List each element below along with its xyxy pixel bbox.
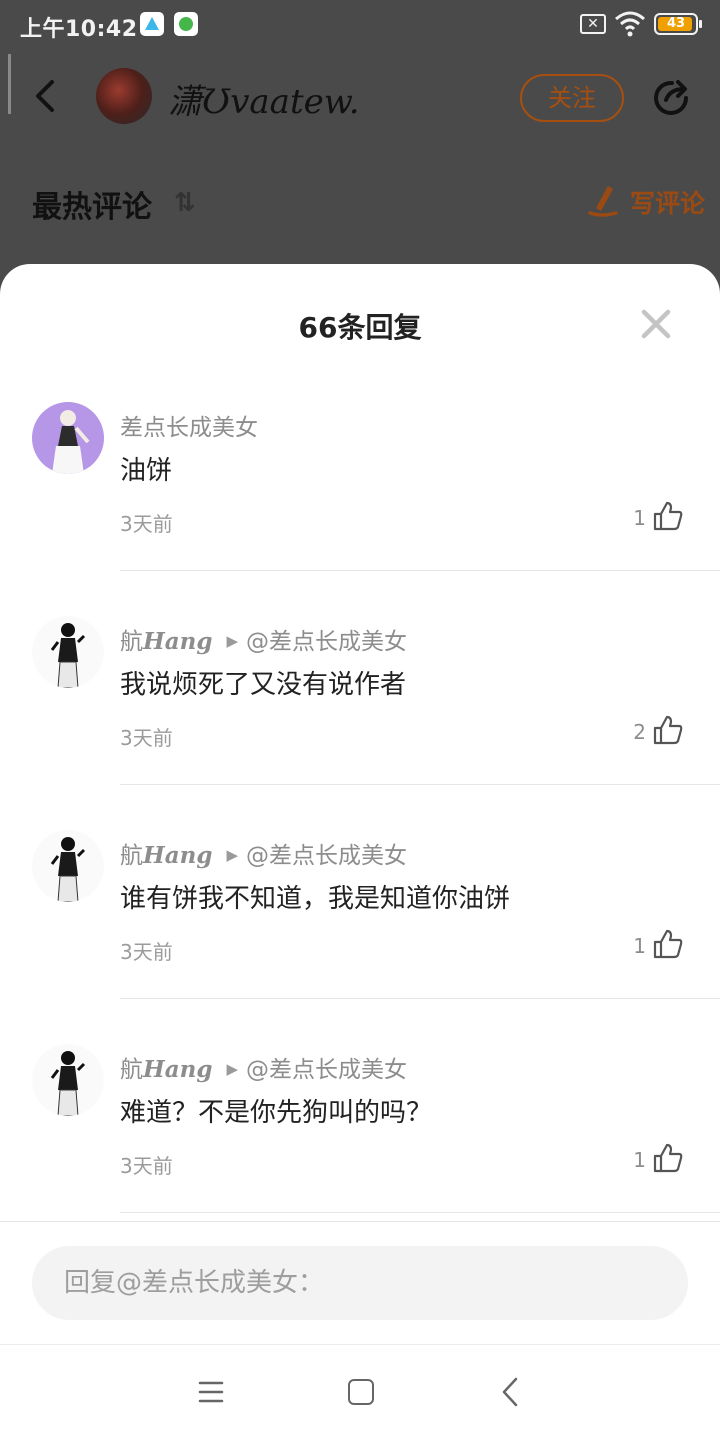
close-icon[interactable] bbox=[636, 304, 676, 344]
share-icon[interactable] bbox=[650, 76, 694, 120]
author-name[interactable]: 潇Ʊvaatew. bbox=[168, 74, 360, 123]
reply-arrow-icon: ▶ bbox=[226, 846, 238, 864]
reply-time: 3天前 bbox=[120, 512, 173, 536]
hot-comments-title: 最热评论 bbox=[32, 190, 152, 225]
like-count: 2 bbox=[633, 720, 646, 744]
app-notification-icon-2 bbox=[174, 12, 198, 36]
thumbs-up-icon[interactable] bbox=[652, 500, 684, 532]
like-count: 1 bbox=[633, 934, 646, 958]
like-count: 1 bbox=[633, 506, 646, 530]
battery-icon: 43 bbox=[654, 13, 702, 35]
reply-text: 我说烦死了又没有说作者 bbox=[120, 670, 407, 700]
reply-mention: @差点长成美女 bbox=[246, 843, 407, 869]
back-icon[interactable] bbox=[30, 76, 62, 116]
like-count: 1 bbox=[633, 1148, 646, 1172]
reply-text: 谁有饼我不知道，我是知道你油饼 bbox=[120, 884, 511, 914]
reply-item[interactable]: 航Hang ▶ @差点长成美女 难道？不是你先狗叫的吗？ 3天前 1 bbox=[0, 1038, 720, 1252]
avatar[interactable] bbox=[32, 830, 104, 902]
home-icon[interactable] bbox=[348, 1379, 374, 1405]
follow-button[interactable]: 关注 bbox=[520, 74, 624, 122]
status-time: 上午10:42 bbox=[20, 17, 138, 42]
reply-text: 难道？不是你先狗叫的吗？ bbox=[120, 1098, 433, 1128]
app-notification-icon bbox=[140, 12, 164, 36]
reply-mention: @差点长成美女 bbox=[246, 629, 407, 655]
reply-input[interactable]: 回复@差点长成美女： bbox=[32, 1246, 688, 1320]
reply-item[interactable]: 航Hang ▶ @差点长成美女 谁有饼我不知道，我是知道你油饼 3天前 1 bbox=[0, 824, 720, 1038]
status-bar: 上午10:42 ✕ 43 bbox=[0, 0, 720, 50]
avatar-figure-icon bbox=[50, 837, 86, 902]
system-nav-bar bbox=[0, 1344, 720, 1440]
wifi-icon bbox=[615, 11, 645, 37]
reply-time: 3天前 bbox=[120, 940, 173, 964]
sheet-title: 66条回复 bbox=[298, 311, 422, 344]
avatar[interactable] bbox=[32, 402, 104, 474]
divider bbox=[120, 570, 720, 571]
reply-mention: @差点长成美女 bbox=[246, 1057, 407, 1083]
reply-arrow-icon: ▶ bbox=[226, 632, 238, 650]
thumbs-up-icon[interactable] bbox=[652, 928, 684, 960]
replies-sheet: 66条回复 差点长成美女 油饼 3天前 1 航Hang ▶ @差点长成美女 我说… bbox=[0, 264, 720, 1344]
menu-icon[interactable] bbox=[196, 1379, 226, 1405]
reply-arrow-icon: ▶ bbox=[226, 1060, 238, 1078]
reply-text: 油饼 bbox=[120, 456, 173, 486]
sim-x-icon: ✕ bbox=[580, 14, 606, 34]
reply-author[interactable]: 差点长成美女 bbox=[120, 408, 258, 442]
reply-item[interactable]: 航Hang ▶ @差点长成美女 我说烦死了又没有说作者 3天前 2 bbox=[0, 610, 720, 824]
avatar[interactable] bbox=[32, 1044, 104, 1116]
avatar-figure-icon bbox=[50, 623, 86, 688]
avatar-figure-icon bbox=[50, 1051, 86, 1116]
input-divider bbox=[0, 1221, 720, 1222]
pen-icon[interactable] bbox=[586, 182, 620, 218]
battery-level: 43 bbox=[666, 16, 686, 31]
sort-icon[interactable]: ⇅ bbox=[174, 188, 196, 218]
divider bbox=[120, 998, 720, 999]
reply-time: 3天前 bbox=[120, 1154, 173, 1178]
thumbs-up-icon[interactable] bbox=[652, 714, 684, 746]
avatar[interactable] bbox=[32, 616, 104, 688]
divider bbox=[120, 784, 720, 785]
reply-item[interactable]: 差点长成美女 油饼 3天前 1 bbox=[0, 396, 720, 610]
reply-time: 3天前 bbox=[120, 726, 173, 750]
author-avatar[interactable] bbox=[96, 68, 152, 124]
reply-author[interactable]: 航Hang ▶ @差点长成美女 bbox=[120, 836, 407, 870]
edge-indicator bbox=[8, 54, 11, 114]
reply-author[interactable]: 航Hang ▶ @差点长成美女 bbox=[120, 622, 407, 656]
divider bbox=[120, 1212, 720, 1213]
thumbs-up-icon[interactable] bbox=[652, 1142, 684, 1174]
reply-author[interactable]: 航Hang ▶ @差点长成美女 bbox=[120, 1050, 407, 1084]
avatar-figure-icon bbox=[52, 410, 90, 474]
nav-back-icon[interactable] bbox=[498, 1375, 524, 1409]
write-comment-button[interactable]: 写评论 bbox=[630, 184, 705, 220]
